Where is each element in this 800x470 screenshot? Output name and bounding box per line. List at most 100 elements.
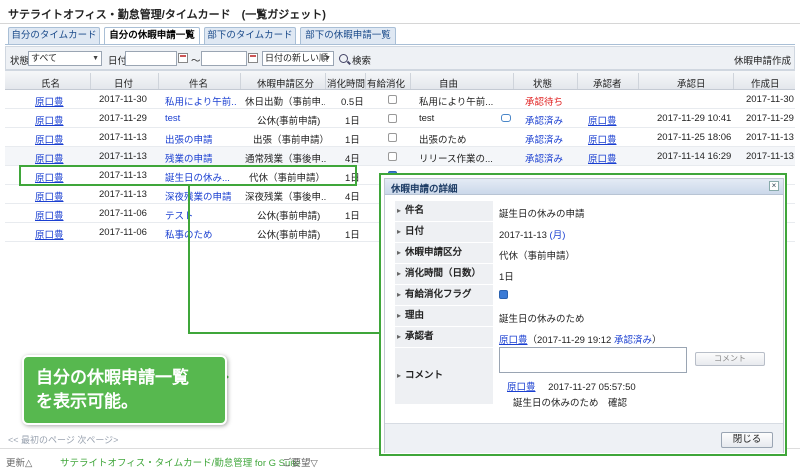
search-button[interactable]: 検索 (352, 53, 371, 67)
cell-name[interactable]: 原口豊 (35, 113, 64, 127)
cell-created: 2017-11-13 (746, 132, 794, 143)
detail-date-value: 2017-11-13 (月) (499, 227, 565, 241)
refresh-link[interactable]: 更新△ (6, 455, 32, 469)
comment-submit-button[interactable]: コメント (695, 352, 765, 366)
calendar-icon[interactable] (248, 53, 258, 63)
column-header-time[interactable]: 消化時間 (327, 76, 365, 90)
column-header-name[interactable]: 氏名 (41, 76, 60, 90)
column-header-date[interactable]: 日付 (114, 76, 133, 90)
cell-date: 2017-11-29 (99, 113, 147, 124)
date-to-input[interactable] (201, 51, 247, 66)
cell-name[interactable]: 原口豊 (35, 227, 64, 241)
cell-category: 公休(事前申請) (257, 211, 321, 222)
cell-category: 休日出勤（事前申... (245, 97, 325, 108)
comment-input[interactable] (499, 347, 687, 373)
column-header-category[interactable]: 休暇申請区分 (257, 76, 314, 90)
approval-detail: （2017-11-29 19:12 (527, 335, 614, 346)
column-separator (577, 73, 578, 89)
cell-created: 2017-11-30 (746, 94, 794, 105)
brand-link[interactable]: サテライトオフィス・タイムカード/勤怠管理 for G Suite (60, 455, 300, 469)
tab-subordinate-timecard[interactable]: 部下のタイムカード (204, 27, 296, 44)
app-title: サテライトオフィス・勤怠管理/タイムカード (一覧ガジェット) (8, 9, 326, 21)
column-separator (410, 73, 411, 89)
tab-subordinate-leave-requests[interactable]: 部下の休暇申請一覧 (300, 27, 396, 44)
detail-subject-value: 誕生日の休みの申請 (499, 209, 585, 220)
cell-subject[interactable]: test (165, 113, 237, 124)
detail-label: 理由 (395, 306, 493, 326)
detail-label: 件名 (395, 201, 493, 221)
status-badge: 承認済み (525, 135, 564, 146)
cell-name[interactable]: 原口豊 (35, 189, 64, 203)
detail-label: 消化時間（日数） (395, 264, 493, 284)
column-header-subject[interactable]: 件名 (189, 76, 208, 90)
column-separator (733, 73, 734, 89)
cell-subject[interactable]: 残業の申請 (165, 151, 237, 165)
sort-order-value: 日付の新しい順 (265, 53, 329, 63)
selected-row-highlight (19, 165, 357, 186)
approval-close: ） (651, 335, 662, 346)
approval-status: 承認済み (613, 335, 652, 346)
tab-my-leave-requests[interactable]: 自分の休暇申請一覧 (104, 27, 200, 45)
pagination[interactable]: << 最初のページ 次ページ> (8, 433, 118, 446)
create-leave-request-link[interactable]: 休暇申請作成 (734, 53, 791, 67)
table-row[interactable]: 原口豊 2017-11-30 私用により午前... 休日出勤（事前申... 0.… (5, 90, 795, 109)
detail-time-value: 1日 (499, 272, 514, 283)
close-button[interactable]: 閉じる (721, 432, 773, 448)
chevron-down-icon: ▼ (324, 55, 331, 62)
status-filter-value: すべて (31, 53, 58, 63)
tab-my-timecard[interactable]: 自分のタイムカード (8, 27, 100, 44)
sort-order-select[interactable]: 日付の新しい順 ▼ (262, 51, 334, 66)
comment-author[interactable]: 原口豊 (507, 382, 536, 393)
approver-link[interactable]: 原口豊 (499, 335, 528, 346)
detail-label: 有給消化フラグ (395, 285, 493, 305)
cell-name[interactable]: 原口豊 (35, 151, 64, 165)
cell-subject[interactable]: 私用により午前... (165, 94, 237, 108)
table-row[interactable]: 原口豊 2017-11-13 残業の申請 通常残業（事後申... 4日 リリース… (5, 147, 795, 166)
cell-name[interactable]: 原口豊 (35, 208, 64, 222)
callout-text-line1: 自分の休暇申請一覧 (36, 368, 189, 387)
cell-category: 深夜残業（事後申... (245, 192, 327, 203)
column-header-approved-date[interactable]: 承認日 (677, 76, 706, 90)
detail-approver-value: 原口豊（2017-11-29 19:12 承認済み） (499, 332, 662, 346)
cell-subject[interactable]: 出張の申請 (165, 132, 237, 146)
calendar-icon[interactable] (178, 53, 188, 63)
status-badge: 承認済み (525, 154, 564, 165)
column-separator (513, 73, 514, 89)
cell-subject[interactable]: 私事のため (165, 227, 237, 241)
cell-time: 4日 (345, 154, 360, 165)
feedback-link[interactable]: ご要望▽ (282, 455, 318, 469)
cell-reason: リリース作業の... (419, 154, 493, 165)
close-icon[interactable]: × (769, 181, 779, 191)
comment-entry: 原口豊 2017-11-27 05:57:50 (507, 379, 636, 393)
column-header-paid[interactable]: 有給消化 (367, 76, 405, 90)
paid-leave-checkbox (388, 95, 397, 104)
table-row[interactable]: 原口豊 2017-11-13 出張の申請 出張（事前申請） 1日 出張のため 承… (5, 128, 795, 147)
cell-approved: 2017-11-14 16:29 (657, 151, 732, 162)
column-separator (325, 73, 326, 89)
cell-subject[interactable]: 深夜残業の申請 (165, 189, 237, 203)
detail-row-category: 休暇申請区分 代休（事前申請） (395, 243, 775, 263)
column-header-status[interactable]: 状態 (533, 76, 552, 90)
search-icon[interactable] (339, 54, 348, 63)
comment-icon[interactable] (501, 114, 511, 122)
status-badge: 承認済み (525, 116, 564, 127)
table-row[interactable]: 原口豊 2017-11-29 test 公休(事前申請) 1日 test 承認済… (5, 109, 795, 128)
cell-subject[interactable]: テスト (165, 208, 237, 222)
date-from-input[interactable] (125, 51, 177, 66)
cell-approver[interactable]: 原口豊 (588, 132, 617, 146)
cell-approver[interactable]: 原口豊 (588, 113, 617, 127)
status-filter-select[interactable]: すべて ▼ (28, 51, 102, 66)
cell-reason: test (419, 113, 435, 124)
column-header-reason[interactable]: 自由 (439, 76, 458, 90)
feature-callout: 自分の休暇申請一覧 を表示可能。 (22, 355, 227, 425)
filter-bar: 状態 すべて ▼ 日付 ～ 日付の新しい順 ▼ 検索 休暇申請作成 (5, 46, 795, 70)
column-header-created-date[interactable]: 作成日 (751, 76, 780, 90)
cell-date: 2017-11-30 (99, 94, 147, 105)
column-separator (638, 73, 639, 89)
cell-date: 2017-11-06 (99, 208, 147, 219)
column-header-approver[interactable]: 承認者 (593, 76, 622, 90)
cell-name[interactable]: 原口豊 (35, 94, 64, 108)
cell-name[interactable]: 原口豊 (35, 132, 64, 146)
cell-approver[interactable]: 原口豊 (588, 151, 617, 165)
comment-text: 誕生日の休みのため 確認 (513, 398, 628, 409)
